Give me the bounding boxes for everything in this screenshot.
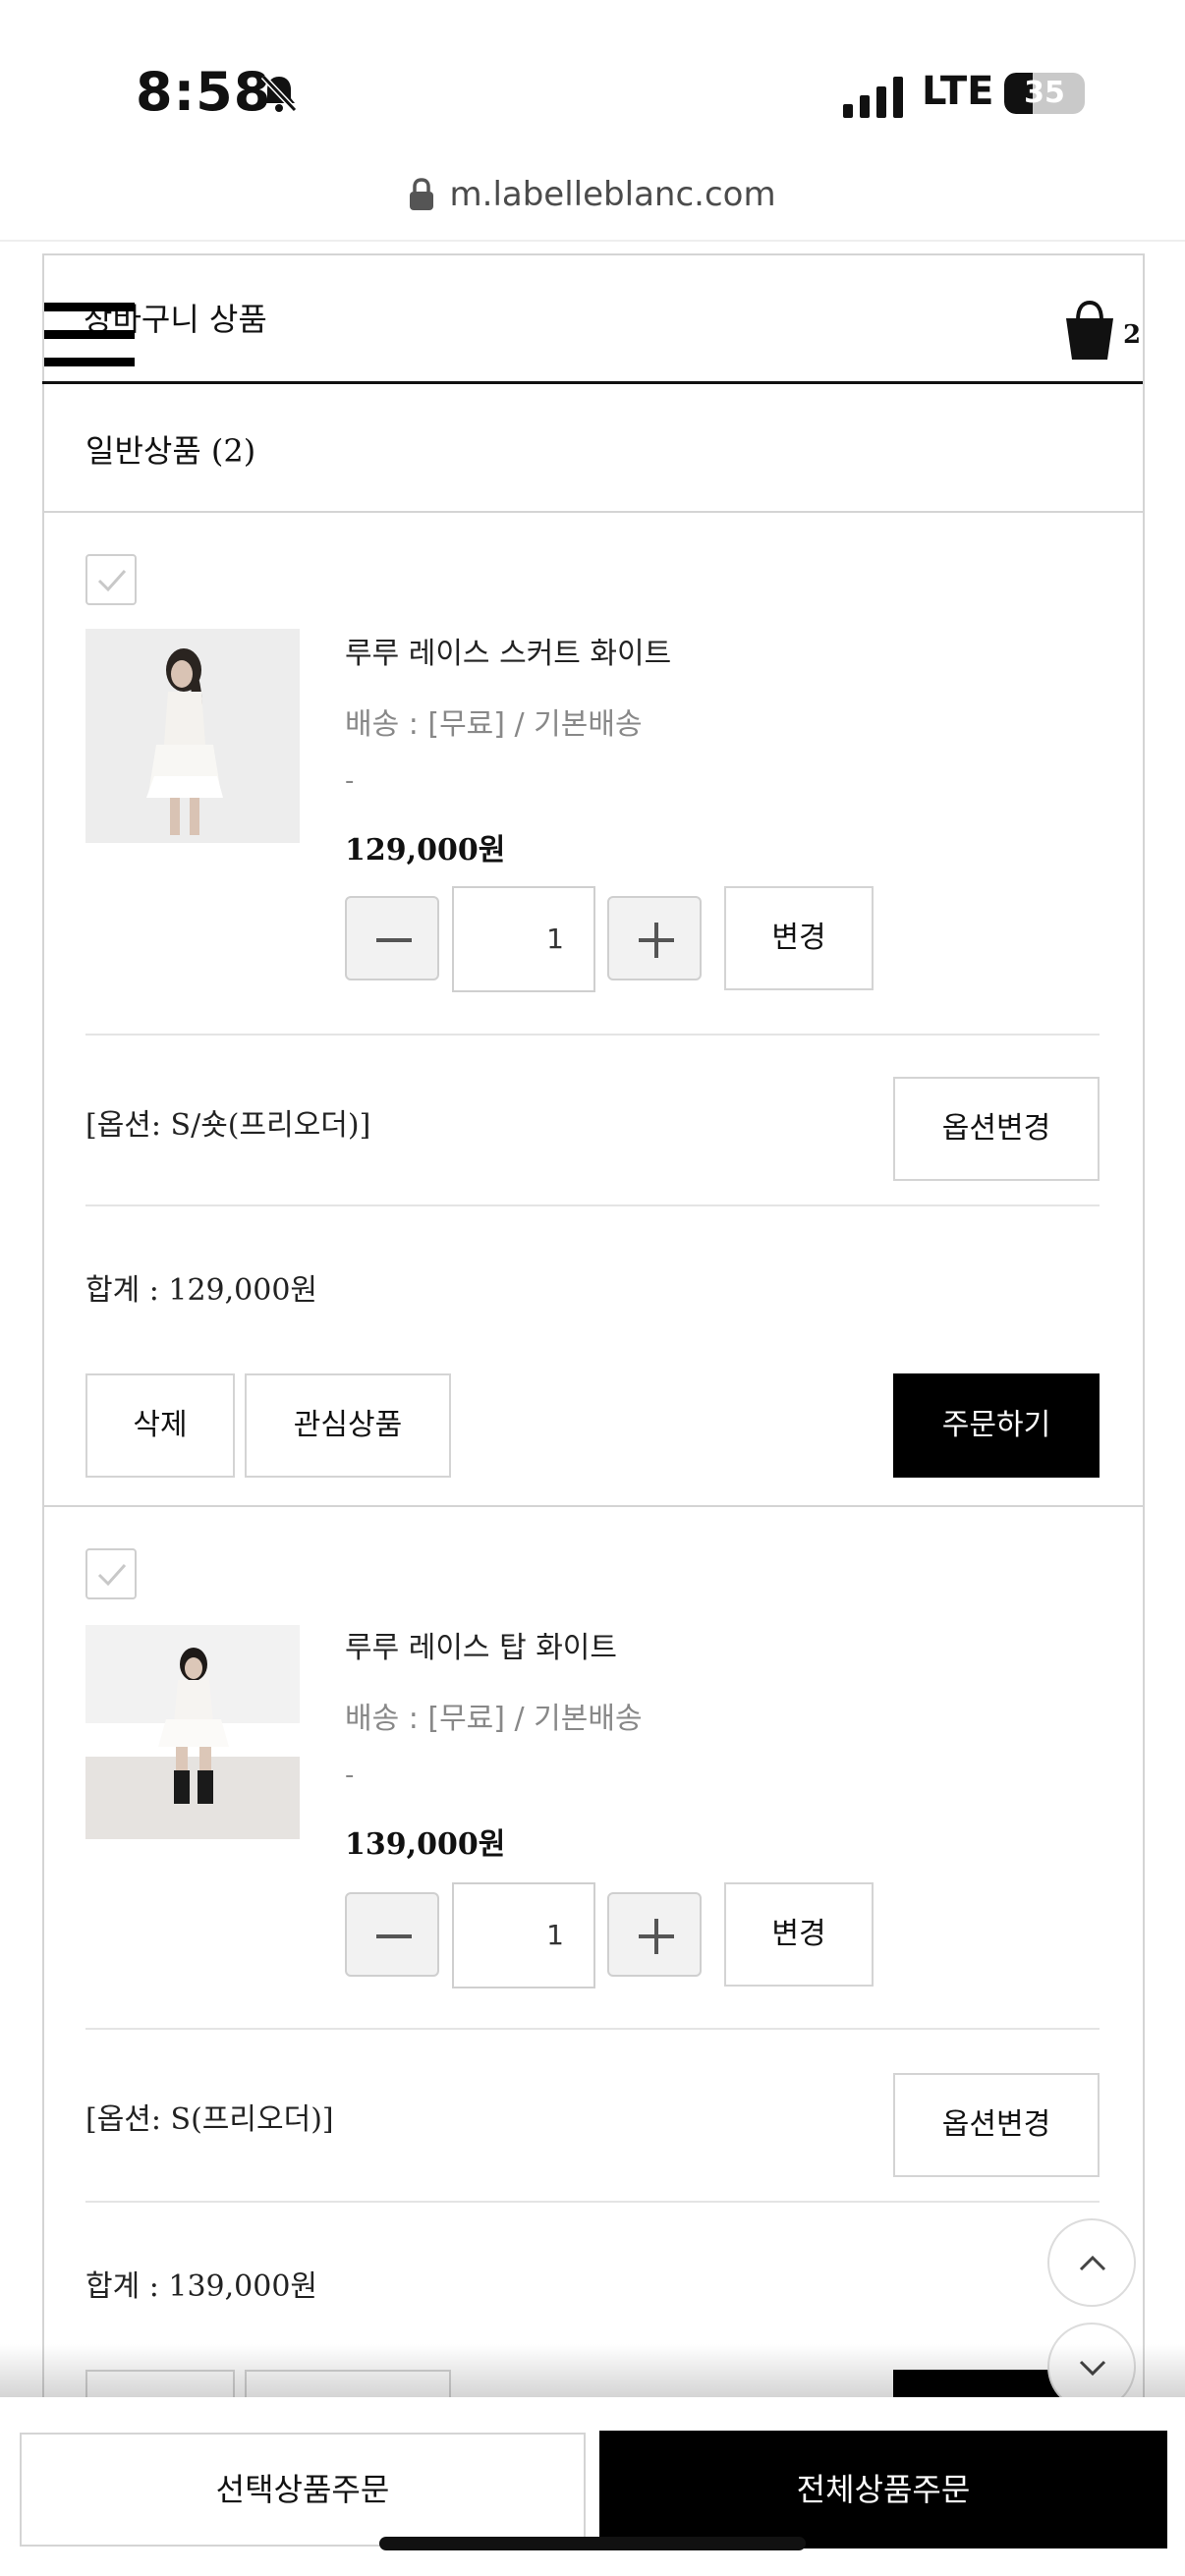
lock-icon xyxy=(410,178,434,210)
divider xyxy=(85,2028,1100,2030)
cart-item: 루루 레이스 탑 화이트 배송 : [무료] / 기본배송 - 139,000원… xyxy=(42,1507,1143,2399)
quantity-increase-button[interactable] xyxy=(607,896,702,980)
signal-icon xyxy=(843,77,903,118)
quantity-decrease-button[interactable] xyxy=(345,896,439,980)
option-change-button[interactable]: 옵션변경 xyxy=(893,1077,1100,1181)
plus-icon xyxy=(639,923,674,958)
quantity-change-button[interactable]: 변경 xyxy=(724,1882,874,1987)
option-change-button[interactable]: 옵션변경 xyxy=(893,2073,1100,2177)
product-price: 139,000원 xyxy=(345,1827,506,1862)
battery-level: 35 xyxy=(1024,76,1065,110)
item-checkbox[interactable] xyxy=(85,554,137,605)
product-name[interactable]: 루루 레이스 스커트 화이트 xyxy=(345,629,671,672)
option-placeholder: - xyxy=(345,1761,355,1790)
minus-icon xyxy=(376,938,412,942)
option-placeholder: - xyxy=(345,766,355,796)
bell-muted-icon xyxy=(260,74,298,113)
wishlist-button[interactable]: 관심상품 xyxy=(245,1373,451,1478)
cart-item: 루루 레이스 스커트 화이트 배송 : [무료] / 기본배송 - 129,00… xyxy=(42,513,1143,1505)
divider xyxy=(0,240,1185,242)
product-image[interactable] xyxy=(85,1625,300,1839)
scroll-up-button[interactable] xyxy=(1047,2218,1136,2307)
item-total: 합계 : 129,000원 xyxy=(85,1273,318,1308)
address-bar[interactable]: m.labelleblanc.com xyxy=(0,175,1185,240)
battery-cap xyxy=(1079,86,1085,100)
battery-icon: 35 xyxy=(1004,73,1085,114)
section-header: 일반상품 (2) xyxy=(42,383,1143,513)
option-text: [옵션: S/숏(프리오더)] xyxy=(85,1108,371,1143)
order-selected-button[interactable]: 선택상품주문 xyxy=(20,2433,586,2547)
network-type: LTE xyxy=(922,69,994,114)
status-bar: 8:58 LTE 35 xyxy=(0,0,1185,157)
product-name[interactable]: 루루 레이스 탑 화이트 xyxy=(345,1623,617,1666)
quantity-input[interactable]: 1 xyxy=(452,886,595,992)
home-indicator[interactable] xyxy=(379,2537,806,2550)
option-text: [옵션: S(프리오더)] xyxy=(85,2102,334,2137)
hamburger-menu-icon[interactable] xyxy=(44,303,135,367)
chevron-up-icon xyxy=(1079,2255,1106,2271)
order-all-button[interactable]: 전체상품주문 xyxy=(599,2431,1167,2548)
divider xyxy=(85,1034,1100,1036)
item-checkbox[interactable] xyxy=(85,1548,137,1599)
checkmark-icon xyxy=(97,1563,127,1587)
quantity-change-button[interactable]: 변경 xyxy=(724,886,874,990)
minus-icon xyxy=(376,1934,412,1938)
item-total: 합계 : 139,000원 xyxy=(85,2269,318,2304)
product-image[interactable] xyxy=(85,629,300,843)
bottom-bar-shadow xyxy=(0,2344,1185,2401)
divider xyxy=(85,2201,1100,2203)
checkmark-icon xyxy=(97,569,127,592)
clock: 8:58 xyxy=(136,61,272,123)
delete-button[interactable]: 삭제 xyxy=(85,1373,235,1478)
plus-icon xyxy=(639,1919,674,1954)
order-button[interactable]: 주문하기 xyxy=(893,1373,1100,1478)
shipping-info: 배송 : [무료] / 기본배송 xyxy=(345,1702,643,1736)
quantity-decrease-button[interactable] xyxy=(345,1892,439,1977)
product-photo xyxy=(85,629,300,843)
section-title: 일반상품 (2) xyxy=(85,432,256,470)
cart-count: 2 xyxy=(1123,320,1142,350)
quantity-increase-button[interactable] xyxy=(607,1892,702,1977)
quantity-input[interactable]: 1 xyxy=(452,1882,595,1988)
cart-header: 장바구니 상품 2 xyxy=(42,255,1143,384)
product-photo xyxy=(85,1625,300,1839)
url-text: m.labelleblanc.com xyxy=(449,175,776,214)
shopping-bag-icon[interactable] xyxy=(1062,299,1117,364)
shipping-info: 배송 : [무료] / 기본배송 xyxy=(345,707,643,742)
product-price: 129,000원 xyxy=(345,833,506,868)
divider xyxy=(85,1204,1100,1206)
